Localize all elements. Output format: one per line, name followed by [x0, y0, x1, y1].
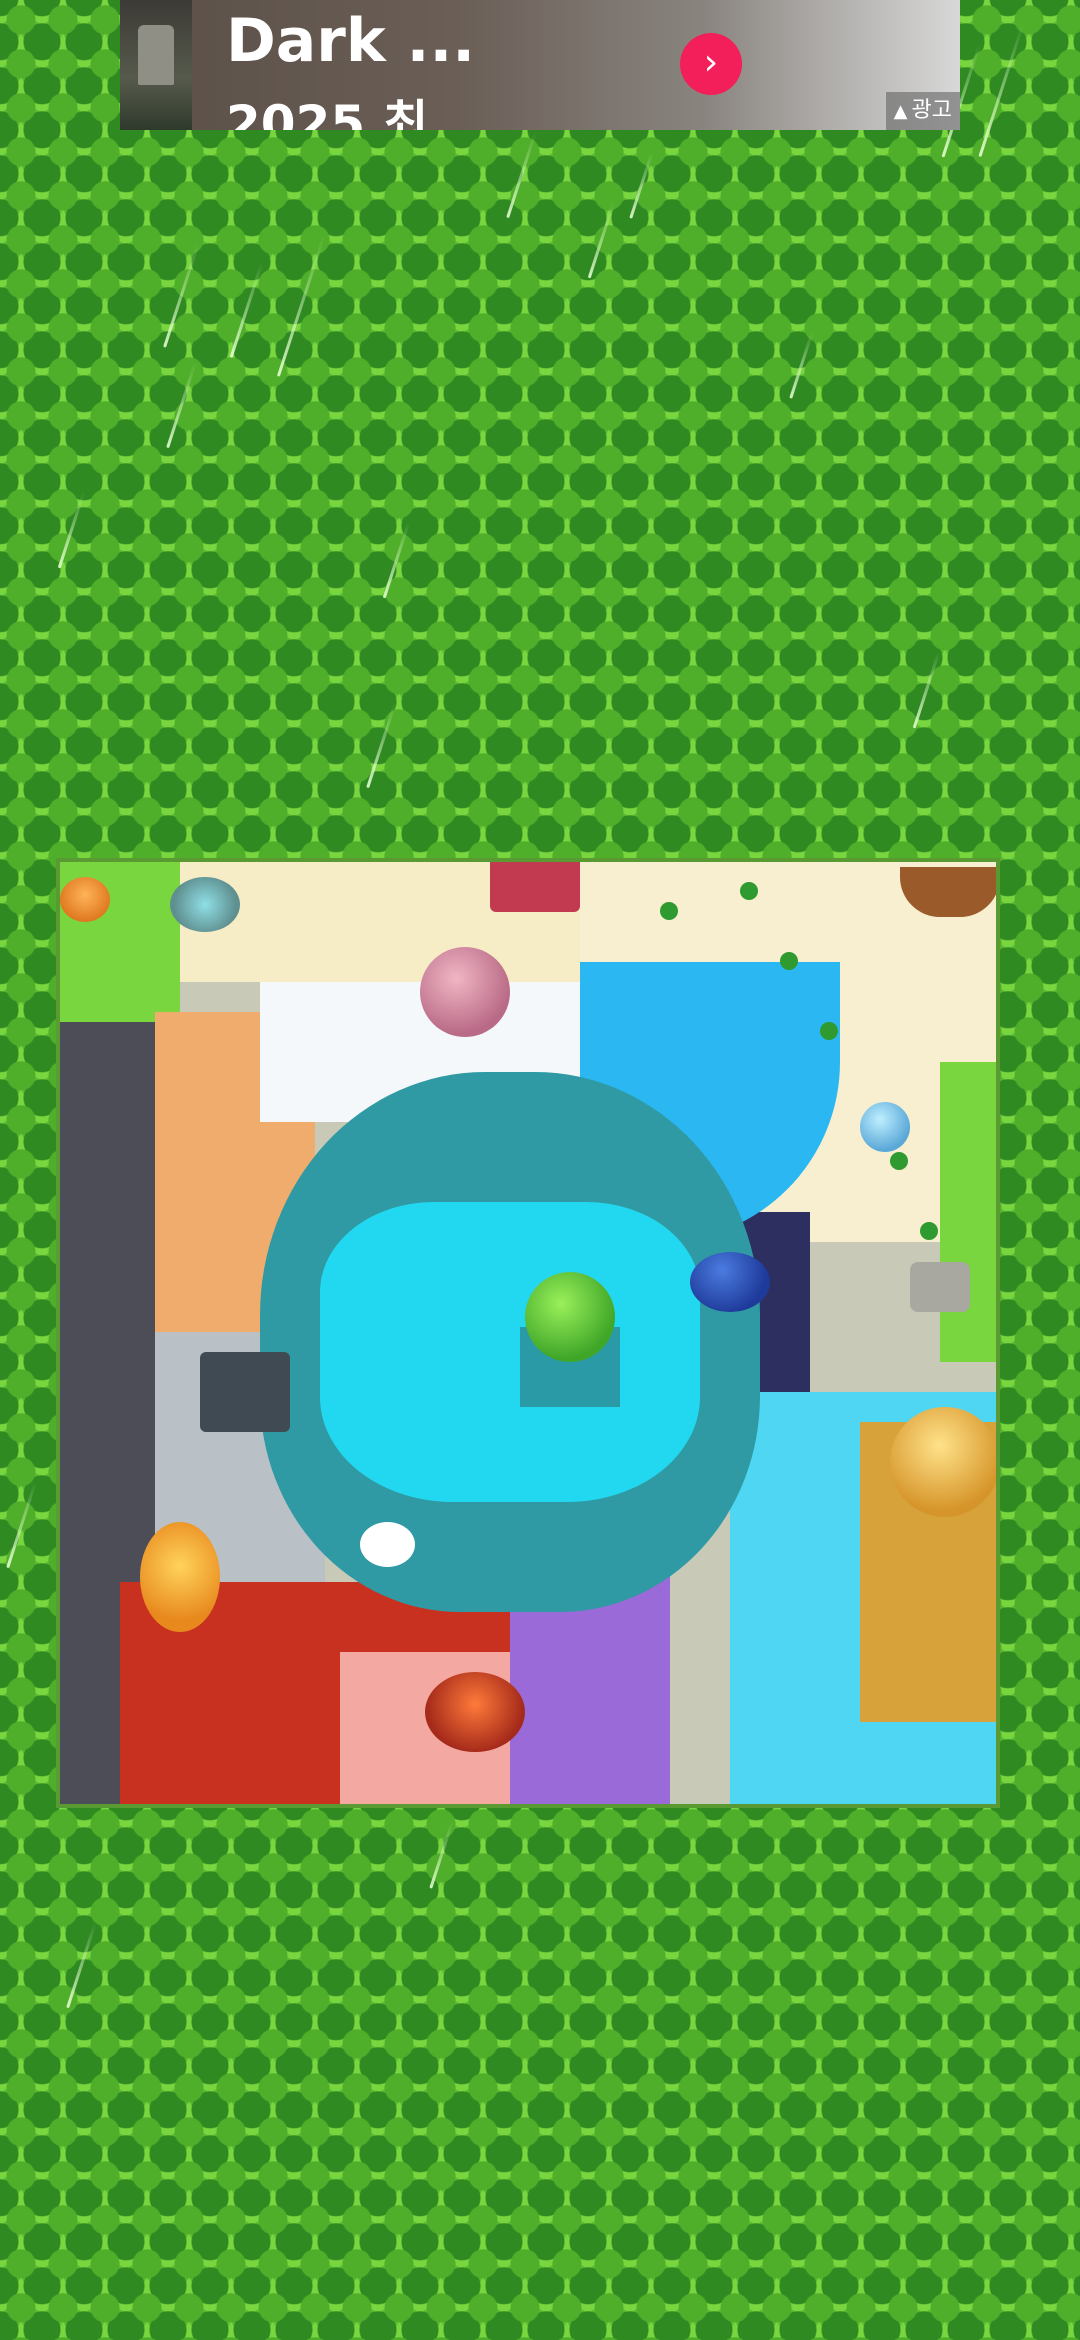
volcano-landmark[interactable] — [425, 1672, 525, 1752]
igloo-landmark[interactable] — [360, 1522, 415, 1567]
ruins-landmark[interactable] — [910, 1262, 970, 1312]
castle-landmark[interactable] — [490, 862, 580, 912]
chevron-right-icon: › — [703, 42, 719, 83]
ad-badge-label: 광고 — [911, 98, 952, 123]
ad-choices-icon: ▲ — [893, 101, 908, 122]
planet-landmark[interactable] — [420, 947, 510, 1037]
mushroom-landmark[interactable] — [60, 877, 110, 922]
fire-tree-landmark[interactable] — [140, 1522, 220, 1632]
ad-thumbnail-figure — [138, 25, 174, 85]
palm-tree — [740, 882, 758, 900]
ad-subtitle[interactable]: 2025 최... — [226, 84, 486, 130]
palm-tree — [660, 902, 678, 920]
crystal-shrine-landmark[interactable] — [860, 1102, 910, 1152]
ad-thumbnail[interactable] — [120, 0, 192, 130]
palm-tree — [820, 1022, 838, 1040]
game-screen[interactable]: Dark ... 2025 최... › ▲ 광고 — [0, 0, 1080, 2340]
ad-badge[interactable]: ▲ 광고 — [885, 92, 960, 130]
lake-inner — [320, 1202, 700, 1502]
world-tree[interactable] — [525, 1272, 615, 1362]
palm-tree — [780, 952, 798, 970]
observatory-landmark[interactable] — [690, 1252, 770, 1312]
grass-zone — [940, 1062, 996, 1362]
ad-banner[interactable]: Dark ... 2025 최... › ▲ 광고 — [120, 0, 960, 130]
lake-outer — [260, 1072, 760, 1612]
ad-cta-button[interactable]: › — [680, 33, 742, 95]
golden-temple-landmark[interactable] — [890, 1407, 996, 1517]
world-map[interactable] — [56, 858, 1000, 1808]
palm-tree — [920, 1222, 938, 1240]
pagoda-landmark[interactable] — [200, 1352, 290, 1432]
fountain-landmark[interactable] — [170, 877, 240, 932]
ad-title[interactable]: Dark ... — [226, 6, 475, 76]
palm-tree — [890, 1152, 908, 1170]
